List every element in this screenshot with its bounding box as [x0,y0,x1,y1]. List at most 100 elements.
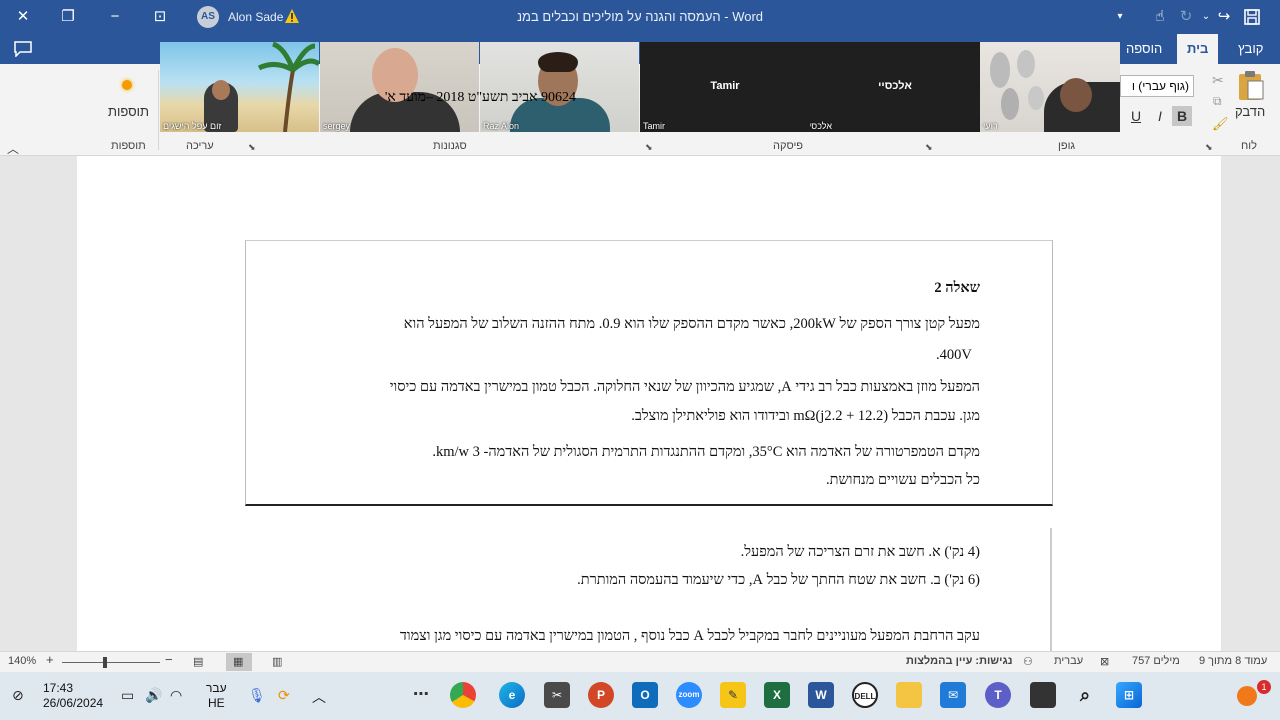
underline-button[interactable]: U [1126,106,1146,126]
page-margin-bar [1050,528,1052,651]
zoom-out-icon[interactable]: − [165,652,173,667]
status-bar: 140% + − ▤ ▦ ▥ נגישות: עיין בהמלצות ⚇ עב… [0,651,1280,672]
addins-button[interactable]: תוספות [108,104,149,119]
word-count[interactable]: 757 מילים [1132,655,1180,667]
participant-center-name: Tamir [710,80,740,92]
clock-time: 17:43 [43,681,74,695]
comments-icon[interactable] [14,41,32,57]
tab-file[interactable]: קובץ [1228,34,1273,64]
person-hair [538,52,578,72]
pen-app-icon[interactable]: ✎ [720,682,746,708]
powerpoint-icon[interactable]: P [588,682,614,708]
styles-launcher-icon[interactable]: ⬊ [248,142,256,153]
group-label-styles: סגנונות [433,140,467,152]
snipping-tool-icon[interactable]: ✂ [544,682,570,708]
excel-icon[interactable]: X [764,682,790,708]
word-icon[interactable]: W [808,682,834,708]
weather-icon[interactable]: ⊘ [12,687,24,704]
wifi-icon[interactable]: ◠ [170,687,182,704]
video-tile[interactable]: sergey [320,42,479,132]
participant-name: Raz Alon [483,121,520,131]
windows-start-icon[interactable]: ⊞ [1116,682,1142,708]
page-number[interactable]: עמוד 8 מתוך 9 [1199,655,1267,667]
dell-icon[interactable]: DELL [852,682,878,708]
video-tile[interactable]: רועי [980,42,1120,132]
file-explorer-icon[interactable] [896,682,922,708]
group-label-clipboard: לוח [1241,140,1257,152]
copy-icon[interactable]: ⧉ [1213,94,1222,109]
notifications-icon[interactable] [1237,686,1257,706]
font-name-box[interactable]: (גוף עברי) ו [1120,75,1194,97]
video-tile[interactable]: זום עפל הישגים [160,42,319,132]
language-status[interactable]: עברית [1054,655,1083,667]
save-icon[interactable] [1242,7,1262,27]
group-separator [158,70,159,150]
battery-icon[interactable]: ▭ [121,687,134,704]
paste-icon[interactable] [1236,70,1266,102]
clock[interactable]: 17:43 26/06/2024 [43,681,103,711]
collapse-ribbon-icon[interactable]: ︿ [7,140,19,157]
italic-button[interactable]: I [1150,106,1170,126]
bold-button[interactable]: B [1172,106,1192,126]
touch-mode-icon[interactable]: ☝ [1150,7,1170,27]
zoom-in-icon[interactable]: + [46,652,54,667]
sub-question: (4 נק') א. חשב את זרם הצריכה של המפעל. [740,544,980,560]
zoom-level[interactable]: 140% [8,655,36,667]
show-hidden-icons[interactable]: ︿ [312,687,326,707]
print-layout-icon[interactable]: ▦ [233,655,243,668]
teams-icon[interactable]: T [985,682,1011,708]
zoom-icon[interactable]: zoom [676,682,702,708]
person-face [212,80,230,100]
group-label-addins: תוספות [111,140,146,152]
focus-icon[interactable]: ▤ [193,655,203,668]
redo-icon[interactable]: ↻ [1176,7,1196,27]
outlook-icon[interactable]: O [632,682,658,708]
edge-icon[interactable]: e [499,682,525,708]
participant-name: Tamir [643,121,665,131]
microphone-icon[interactable]: 🎙 [248,687,266,704]
title-bar: ✕ ❐ − ⊡ AS Alon Sade העמסה והגנה על מולי… [0,0,1280,34]
chrome-icon[interactable] [450,682,476,708]
input-language[interactable]: עבר HE [206,681,227,711]
undo-dropdown-icon[interactable]: ⌄ [1196,7,1216,27]
clipboard-launcher-icon[interactable]: ⬊ [1205,142,1213,153]
paste-button[interactable]: הדבק [1235,104,1265,119]
taskbar: ⊘ 17:43 26/06/2024 ▭ 🔊 ◠ עבר HE 🎙 ⟳ ︿ ⋯ … [0,672,1280,720]
zoom-slider-thumb[interactable] [103,657,107,668]
person-face [1060,78,1092,112]
zoom-slider[interactable] [62,662,160,663]
addins-icon[interactable] [122,80,132,90]
sync-icon[interactable]: ⟳ [278,687,290,704]
exam-header: 90624 אביב תשע"ט 2018 –מועד א' [384,90,576,105]
undo-icon[interactable]: ↪ [1214,7,1234,27]
accessibility-status[interactable]: נגישות: עיין בהמלצות [906,655,1013,667]
group-label-paragraph: פיסקה [773,140,804,152]
search-icon[interactable]: ⌕ [1072,682,1098,708]
web-layout-icon[interactable]: ▥ [272,655,282,668]
question-line: כל הכבלים עשויים מנחושת. [826,472,980,488]
tab-home[interactable]: בית [1177,34,1219,64]
more-apps-icon[interactable]: ⋯ [408,682,434,708]
question-line: עקב הרחבת המפעל מעוניינים לחבר במקביל לכ… [399,628,980,644]
mail-icon[interactable]: ✉ [940,682,966,708]
video-tile[interactable]: Tamir Tamir [640,42,810,132]
format-painter-icon[interactable]: 🖌 [1212,116,1229,132]
question-line: המפעל מוזן באמצעות כבל רב גידי A, שמגיע … [389,379,980,395]
tab-insert[interactable]: הוספה [1116,34,1172,64]
participant-center-name: אלכסיי [878,80,912,92]
video-tile[interactable]: Raz Alon [480,42,639,132]
language-name: עבר [206,681,227,695]
font-launcher-icon[interactable]: ⬊ [925,142,933,153]
group-label-font: גופן [1058,140,1076,152]
language-code: HE [207,696,225,710]
track-changes-icon[interactable]: ⊠ [1100,655,1109,668]
video-tile[interactable]: אלכסיי אלכסיי [810,42,980,132]
paragraph-launcher-icon[interactable]: ⬊ [645,142,653,153]
app-icon[interactable] [1030,682,1056,708]
volume-icon[interactable]: 🔊 [145,687,162,704]
accessibility-icon[interactable]: ⚇ [1023,655,1033,668]
customize-qat-icon[interactable]: ▾ [1110,7,1130,27]
clock-date: 26/06/2024 [43,696,104,710]
notification-badge: 1 [1257,680,1271,694]
cut-icon[interactable]: ✂ [1212,72,1224,89]
